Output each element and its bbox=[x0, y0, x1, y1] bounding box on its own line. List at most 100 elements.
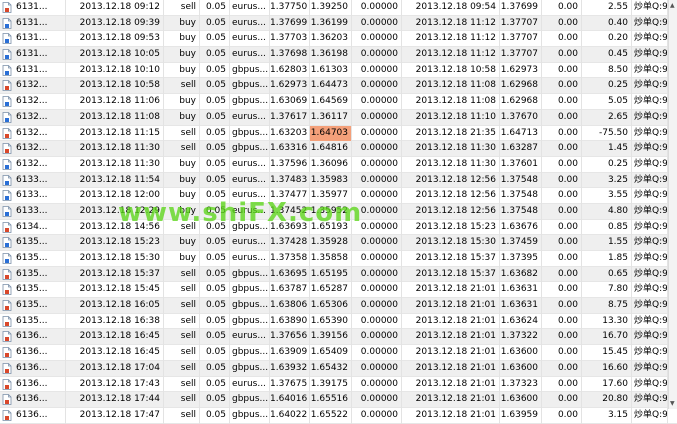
profit-cell: 2.55 bbox=[582, 0, 632, 16]
table-row[interactable]: 6134... 2013.12.18 14:56 sell 0.05 gbpus... 1… bbox=[0, 219, 677, 236]
table-row[interactable]: 6135... 2013.12.18 16:38 sell 0.05 gbpus... 1… bbox=[0, 313, 677, 330]
tp-cell: 0.00000 bbox=[352, 188, 402, 204]
open-time-cell: 2013.12.18 17:43 bbox=[66, 376, 164, 393]
ticket-cell: 6136... bbox=[0, 345, 66, 361]
ticket-label: 6132... bbox=[16, 96, 48, 107]
table-row[interactable]: 6132... 2013.12.18 11:06 buy 0.05 gbpus... 1.… bbox=[0, 94, 677, 110]
sl-cell: 1.65409 bbox=[310, 345, 352, 361]
table-row[interactable]: 6132... 2013.12.18 11:15 sell 0.05 gbpus... 1… bbox=[0, 125, 677, 142]
table-row[interactable]: 6136... 2013.12.18 17:04 sell 0.05 gbpus... 1… bbox=[0, 360, 677, 377]
type-cell: buy bbox=[164, 31, 200, 48]
sl-cell: 1.35983 bbox=[310, 172, 352, 189]
table-row[interactable]: 6136... 2013.12.18 16:45 sell 0.05 gbpus... 1… bbox=[0, 345, 677, 361]
tp-cell: 0.00000 bbox=[352, 360, 402, 377]
buy-order-icon bbox=[2, 158, 12, 170]
size-cell: 0.05 bbox=[200, 266, 230, 283]
ticket-label: 6135... bbox=[16, 284, 48, 295]
close-price-cell: 1.37699 bbox=[500, 0, 542, 16]
sell-order-icon bbox=[2, 362, 12, 374]
ticket-cell: 6132... bbox=[0, 156, 66, 173]
type-cell: sell bbox=[164, 376, 200, 393]
open-time-cell: 2013.12.18 15:37 bbox=[66, 266, 164, 283]
tp-cell: 0.00000 bbox=[352, 62, 402, 79]
table-row[interactable]: 6135... 2013.12.18 15:30 buy 0.05 eurus... 1.… bbox=[0, 251, 677, 267]
open-time-cell: 2013.12.18 17:44 bbox=[66, 392, 164, 408]
table-row[interactable]: 6131... 2013.12.18 09:53 buy 0.05 eurus... 1.… bbox=[0, 31, 677, 48]
open-time-cell: 2013.12.18 11:54 bbox=[66, 172, 164, 189]
sl-cell: 1.35952 bbox=[310, 203, 352, 220]
symbol-cell: eurus... bbox=[230, 15, 270, 32]
size-cell: 0.05 bbox=[200, 172, 230, 189]
table-row[interactable]: 6131... 2013.12.18 09:12 sell 0.05 eurus... 1… bbox=[0, 0, 677, 16]
scroll-down-icon[interactable]: ▼ bbox=[670, 400, 675, 407]
symbol-cell: eurus... bbox=[230, 203, 270, 220]
table-row[interactable]: 6133... 2013.12.18 12:00 buy 0.05 eurus... 1.… bbox=[0, 188, 677, 204]
table-row[interactable]: 6132... 2013.12.18 11:30 sell 0.05 gbpus... 1… bbox=[0, 141, 677, 157]
ticket-cell: 6135... bbox=[0, 298, 66, 314]
profit-cell: 13.30 bbox=[582, 313, 632, 330]
close-price-cell: 1.37707 bbox=[500, 31, 542, 48]
type-cell: buy bbox=[164, 156, 200, 173]
symbol-cell: gbpus... bbox=[230, 345, 270, 361]
ticket-cell: 6132... bbox=[0, 78, 66, 95]
ticket-label: 6136... bbox=[16, 394, 48, 405]
type-cell: buy bbox=[164, 251, 200, 267]
open-price-cell: 1.37675 bbox=[270, 376, 310, 393]
vertical-scrollbar[interactable]: ▲ ▼ bbox=[668, 0, 677, 409]
tp-cell: 0.00000 bbox=[352, 407, 402, 424]
table-row[interactable]: 6133... 2013.12.18 12:29 buy 0.05 eurus... 1.… bbox=[0, 203, 677, 220]
sl-cell: 1.65287 bbox=[310, 282, 352, 299]
commission-cell: 0.00 bbox=[542, 172, 582, 189]
symbol-cell: eurus... bbox=[230, 188, 270, 204]
close-time-cell: 2013.12.18 21:01 bbox=[402, 376, 500, 393]
tp-cell: 0.00000 bbox=[352, 47, 402, 63]
table-row[interactable]: 6136... 2013.12.18 16:45 sell 0.05 eurus... 1… bbox=[0, 329, 677, 346]
type-cell: sell bbox=[164, 313, 200, 330]
table-row[interactable]: 6135... 2013.12.18 16:05 sell 0.05 gbpus... 1… bbox=[0, 298, 677, 314]
open-time-cell: 2013.12.18 14:56 bbox=[66, 219, 164, 236]
profit-cell: 0.40 bbox=[582, 15, 632, 32]
tp-cell: 0.00000 bbox=[352, 251, 402, 267]
comment-cell: 炒单Q:9734994 Sell 炒单39 bbox=[632, 298, 668, 314]
table-row[interactable]: 6136... 2013.12.18 17:43 sell 0.05 eurus... 1… bbox=[0, 376, 677, 393]
sl-cell: 1.35858 bbox=[310, 251, 352, 267]
ticket-label: 6133... bbox=[16, 205, 48, 216]
comment-cell: 炒单Q:9734994 Buy 炒单 bbox=[632, 172, 668, 189]
size-cell: 0.05 bbox=[200, 313, 230, 330]
size-cell: 0.05 bbox=[200, 282, 230, 299]
comment-cell: 炒单Q:9734994 Buy 炒单 bbox=[632, 15, 668, 32]
close-time-cell: 2013.12.18 15:37 bbox=[402, 251, 500, 267]
table-row[interactable]: 6136... 2013.12.18 17:47 sell 0.05 gbpus... 1… bbox=[0, 407, 677, 424]
profit-cell: 3.25 bbox=[582, 172, 632, 189]
table-row[interactable]: 6131... 2013.12.18 10:05 buy 0.05 eurus... 1.… bbox=[0, 47, 677, 63]
symbol-cell: eurus... bbox=[230, 329, 270, 346]
close-time-cell: 2013.12.18 21:35 bbox=[402, 125, 500, 142]
open-time-cell: 2013.12.18 10:10 bbox=[66, 62, 164, 79]
table-row[interactable]: 6132... 2013.12.18 10:58 sell 0.05 gbpus... 1… bbox=[0, 78, 677, 95]
table-row[interactable]: 6132... 2013.12.18 11:08 buy 0.05 eurus... 1.… bbox=[0, 109, 677, 126]
comment-cell: 炒单Q:9734994 Sell 炒单41 bbox=[632, 329, 668, 346]
scroll-up-icon[interactable]: ▲ bbox=[670, 2, 675, 9]
comment-cell: 炒单Q:9734994 Buy 炒单 bbox=[632, 188, 668, 204]
close-price-cell: 1.37548 bbox=[500, 188, 542, 204]
tp-cell: 0.00000 bbox=[352, 282, 402, 299]
close-time-cell: 2013.12.18 12:56 bbox=[402, 188, 500, 204]
close-time-cell: 2013.12.18 21:01 bbox=[402, 329, 500, 346]
size-cell: 0.05 bbox=[200, 62, 230, 79]
open-time-cell: 2013.12.18 11:30 bbox=[66, 141, 164, 157]
table-row[interactable]: 6132... 2013.12.18 11:30 buy 0.05 eurus... 1.… bbox=[0, 156, 677, 173]
table-row[interactable]: 6131... 2013.12.18 09:39 buy 0.05 eurus... 1.… bbox=[0, 15, 677, 32]
table-row[interactable]: 6131... 2013.12.18 10:10 buy 0.05 gbpus... 1.… bbox=[0, 62, 677, 79]
size-cell: 0.05 bbox=[200, 298, 230, 314]
table-row[interactable]: 6135... 2013.12.18 15:45 sell 0.05 gbpus... 1… bbox=[0, 282, 677, 299]
ticket-label: 6132... bbox=[16, 143, 48, 154]
comment-cell: 炒单Q:9734994 Sell 炒单44 bbox=[632, 407, 668, 424]
table-row[interactable]: 6135... 2013.12.18 15:23 buy 0.05 eurus... 1.… bbox=[0, 235, 677, 251]
table-row[interactable]: 6133... 2013.12.18 11:54 buy 0.05 eurus... 1.… bbox=[0, 172, 677, 189]
table-row[interactable]: 6136... 2013.12.18 17:44 sell 0.05 gbpus... 1… bbox=[0, 392, 677, 408]
size-cell: 0.05 bbox=[200, 156, 230, 173]
symbol-cell: gbpus... bbox=[230, 125, 270, 142]
table-row[interactable]: 6135... 2013.12.18 15:37 sell 0.05 gbpus... 1… bbox=[0, 266, 677, 283]
profit-cell: 3.55 bbox=[582, 188, 632, 204]
ticket-label: 6134... bbox=[16, 221, 48, 232]
